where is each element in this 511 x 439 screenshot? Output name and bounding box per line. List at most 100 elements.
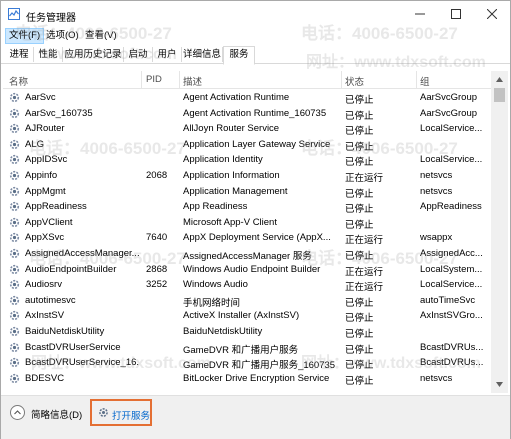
table-row[interactable]: AppIDSvc Application Identity 已停止 LocalServ… — [3, 152, 491, 168]
table-row[interactable]: Audiosrv 3252 Windows Audio 正在运行 LocalServic… — [3, 277, 491, 293]
scroll-down-arrow[interactable] — [491, 376, 508, 393]
table-row[interactable]: BcastDVRUserService GameDVR 和广播用户服务 已停止 Bca… — [3, 340, 491, 356]
service-gear-icon — [9, 326, 20, 337]
title-bar[interactable]: 任务管理器 — [1, 1, 510, 27]
tab-performance[interactable]: 性能 — [34, 47, 63, 62]
minimize-button[interactable] — [402, 1, 438, 27]
tab-details[interactable]: 详细信息 — [182, 47, 223, 62]
table-row[interactable]: AppMgmt Application Management 已停止 netsvcs — [3, 184, 491, 200]
service-gear-icon — [9, 295, 20, 306]
menu-options[interactable]: 选项(O) — [43, 29, 82, 43]
services-gear-icon — [98, 407, 109, 418]
task-manager-icon — [8, 8, 20, 20]
service-gear-icon — [9, 217, 20, 228]
scrollbar-thumb[interactable] — [494, 88, 505, 102]
table-row[interactable]: AudioEndpointBuilder 2868 Windows Audio En… — [3, 262, 491, 278]
cell-desc: Microsoft App-V Client — [183, 216, 277, 228]
open-services-link[interactable]: 打开服务 — [90, 399, 152, 426]
services-table: 名称 PID 描述 状态 组 AarSvc Agent Activation Ru… — [3, 71, 491, 393]
table-row[interactable]: AppReadiness App Readiness 已停止 AppReadiness — [3, 199, 491, 215]
table-row[interactable]: BaiduNetdiskUtility BaiduNetdiskUtility 已停… — [3, 324, 491, 340]
cell-status: 正在运行 — [345, 173, 384, 184]
cell-name: AJRouter — [25, 123, 65, 135]
tab-app-history[interactable]: 应用历史记录 — [63, 47, 124, 62]
table-row[interactable]: Appinfo 2068 Application Information 正在运行 ne… — [3, 168, 491, 184]
close-button[interactable] — [474, 1, 510, 27]
cell-name: AppVClient — [25, 216, 73, 228]
table-row[interactable]: BcastDVRUserService_16... GameDVR 和广播用户服务… — [3, 355, 491, 371]
service-gear-icon — [9, 310, 20, 321]
cell-status: 已停止 — [345, 157, 374, 169]
cell-status: 已停止 — [345, 360, 374, 372]
service-gear-icon — [9, 123, 20, 134]
cell-desc: Agent Activation Runtime — [183, 92, 290, 103]
service-gear-icon — [9, 357, 20, 368]
cell-group: LocalService... — [420, 123, 483, 135]
column-divider[interactable] — [179, 71, 180, 88]
menu-file[interactable]: 文件(F) — [5, 28, 45, 44]
cell-name: Audiosrv — [25, 279, 62, 291]
cell-desc: App Readiness — [183, 201, 248, 213]
chevron-down-icon — [496, 382, 503, 387]
tab-users[interactable]: 用户 — [153, 47, 182, 62]
menu-bar: 文件(F) 选项(O) 查看(V) — [1, 28, 510, 44]
cell-desc: GameDVR 和广播用户服务_160735 — [183, 360, 336, 372]
column-header-name[interactable]: 名称 — [9, 74, 28, 88]
window-title: 任务管理器 — [26, 13, 76, 24]
cell-group: AarSvcGroup — [420, 107, 478, 119]
table-row[interactable]: AarSvc_160735 Agent Activation Runtime_16… — [3, 106, 491, 122]
fewer-details-label: 简略信息(D) — [31, 410, 83, 421]
cell-name: AppMgmt — [25, 185, 66, 197]
table-row[interactable]: AxInstSV ActiveX Installer (AxInstSV) 已停止 A… — [3, 308, 491, 324]
scroll-up-arrow[interactable] — [491, 71, 508, 88]
column-divider[interactable] — [341, 71, 342, 88]
column-divider[interactable] — [416, 71, 417, 88]
cell-desc: Application Layer Gateway Service — [183, 138, 331, 150]
column-header-pid[interactable]: PID — [146, 74, 162, 85]
cell-status: 已停止 — [345, 219, 374, 231]
column-header-group[interactable]: 组 — [420, 74, 430, 88]
cell-pid: 2068 — [146, 170, 168, 181]
table-row[interactable]: AssignedAccessManager... AssignedAccessMa… — [3, 246, 491, 262]
column-header-description[interactable]: 描述 — [183, 74, 202, 88]
cell-status: 已停止 — [345, 375, 374, 387]
maximize-button[interactable] — [438, 1, 474, 27]
vertical-scrollbar[interactable] — [491, 71, 508, 393]
close-icon — [487, 9, 497, 19]
cell-desc: Application Management — [183, 185, 288, 197]
service-gear-icon — [9, 139, 20, 150]
cell-status: 已停止 — [345, 204, 374, 216]
cell-status: 已停止 — [345, 251, 374, 262]
table-row[interactable]: BDESVC BitLocker Drive Encryption Service… — [3, 371, 491, 387]
cell-pid: 7640 — [146, 232, 168, 244]
cell-group: LocalService... — [420, 154, 483, 166]
table-row[interactable]: AppVClient Microsoft App-V Client 已停止 — [3, 215, 491, 231]
tab-startup[interactable]: 启动 — [124, 47, 153, 62]
menu-view[interactable]: 查看(V) — [82, 29, 120, 43]
service-gear-icon — [9, 264, 20, 275]
column-divider[interactable] — [141, 71, 142, 88]
cell-group: netsvcs — [420, 170, 453, 181]
service-gear-icon — [9, 248, 20, 259]
cell-name: AarSvc — [25, 92, 56, 103]
service-gear-icon — [9, 373, 20, 384]
cell-group: BcastDVRUs... — [420, 357, 484, 369]
service-gear-icon — [9, 186, 20, 197]
cell-status: 正在运行 — [345, 235, 384, 247]
tab-services[interactable]: 服务 — [223, 46, 255, 65]
tab-processes[interactable]: 进程 — [5, 47, 34, 62]
cell-name: BDESVC — [25, 372, 65, 384]
table-row[interactable]: AJRouter AllJoyn Router Service 已停止 LocalSe… — [3, 121, 491, 137]
table-row[interactable]: ALG Application Layer Gateway Service 已停止 — [3, 137, 491, 153]
cell-status: 正在运行 — [345, 266, 384, 278]
table-row[interactable]: AppXSvc 7640 AppX Deployment Service (AppX… — [3, 230, 491, 246]
column-header-status[interactable]: 状态 — [345, 74, 364, 88]
table-row[interactable]: AarSvc Agent Activation Runtime 已停止 AarSvcG… — [3, 90, 491, 106]
table-row[interactable]: autotimesvc 手机网络时间 已停止 autoTimeSvc — [3, 293, 491, 309]
cell-desc: Application Identity — [183, 154, 263, 166]
service-gear-icon — [9, 92, 20, 103]
chevron-up-icon — [14, 410, 21, 415]
cell-group: AarSvcGroup — [420, 92, 478, 103]
cell-name: BcastDVRUserService_16... — [25, 357, 139, 369]
cell-name: AppReadiness — [25, 201, 87, 213]
